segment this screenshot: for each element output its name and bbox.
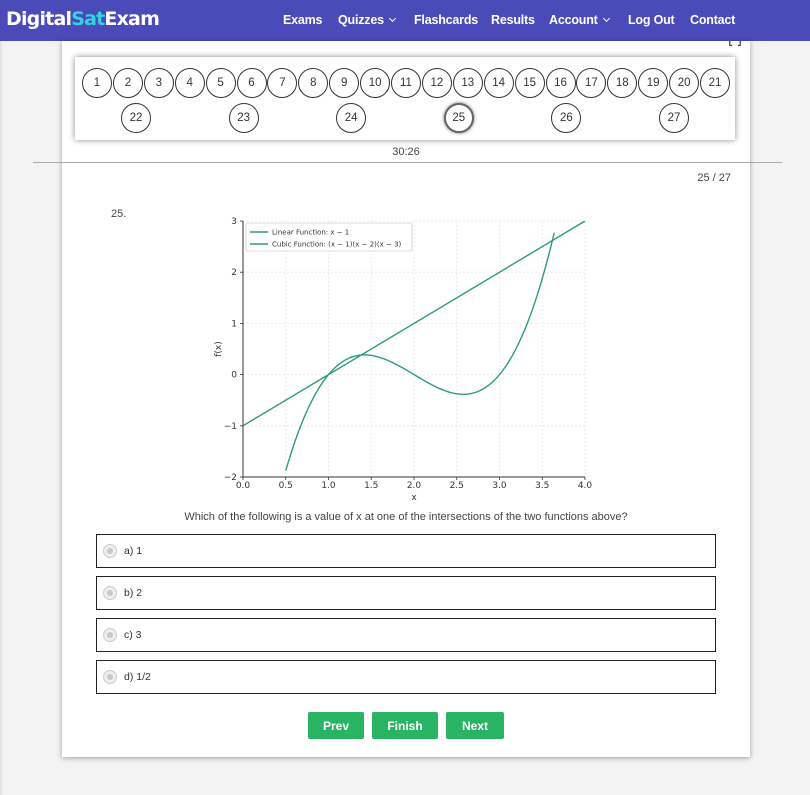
nav-contact[interactable]: Contact	[690, 13, 735, 27]
question-text: Which of the following is a value of x a…	[184, 511, 628, 523]
question-button-27[interactable]: 27	[659, 103, 689, 133]
y-tick-label-2: 0	[231, 371, 237, 381]
chevron-down-icon	[602, 14, 610, 23]
x-tick-label-5: 2.5	[450, 481, 464, 491]
question-button-17[interactable]: 17	[576, 68, 607, 98]
question-button-10[interactable]: 10	[360, 68, 391, 98]
question-button-8[interactable]: 8	[298, 68, 329, 98]
option-d-radio[interactable]	[103, 670, 117, 684]
question-button-23[interactable]: 23	[228, 103, 259, 133]
option-b-radio[interactable]	[103, 586, 117, 600]
option-a-radio[interactable]	[103, 544, 117, 558]
x-tick-label-1: 0.5	[279, 481, 293, 491]
question-button-7[interactable]: 7	[267, 68, 298, 98]
y-tick-label-0: −2	[224, 473, 237, 483]
question-button-21[interactable]: 21	[700, 68, 730, 98]
question-button-15[interactable]: 15	[514, 68, 545, 98]
y-axis-label: f(x)	[214, 341, 224, 357]
option-a-label: a) 1	[124, 545, 143, 557]
option-b[interactable]: b) 2	[96, 576, 716, 610]
series-line-0	[243, 221, 585, 427]
option-d[interactable]: d) 1/2	[96, 660, 716, 694]
nav-quizzes[interactable]: Quizzes	[338, 13, 396, 27]
top-navbar: DigitalSatExam Exams Quizzes Flashcards …	[0, 0, 810, 41]
prev-button[interactable]: Prev	[308, 712, 364, 739]
question-button-18[interactable]: 18	[607, 68, 638, 98]
chevron-down-icon	[388, 14, 396, 23]
question-button-16[interactable]: 16	[545, 68, 576, 98]
nav-results[interactable]: Results	[491, 13, 535, 27]
question-button-20[interactable]: 20	[669, 68, 700, 98]
finish-button[interactable]: Finish	[372, 712, 438, 739]
x-tick-label-3: 1.5	[364, 481, 378, 491]
site-logo[interactable]: DigitalSatExam	[6, 8, 160, 30]
x-tick-label-8: 4.0	[578, 481, 592, 491]
legend-label-1: Cubic Function: (x − 1)(x − 2)(x − 3)	[272, 241, 402, 249]
question-button-14[interactable]: 14	[483, 68, 514, 98]
y-tick-label-4: 2	[231, 268, 237, 278]
x-tick-label-4: 2.0	[407, 481, 422, 491]
question-button-6[interactable]: 6	[236, 68, 267, 98]
question-button-26[interactable]: 26	[551, 103, 582, 133]
question-button-2[interactable]: 2	[112, 68, 143, 98]
question-number: 25.	[111, 208, 127, 220]
x-axis-label: x	[411, 493, 417, 503]
option-c[interactable]: c) 3	[96, 618, 716, 652]
y-tick-label-3: 1	[231, 319, 237, 329]
question-button-5[interactable]: 5	[205, 68, 236, 98]
timer: 30:26	[392, 146, 420, 158]
option-d-label: d) 1/2	[124, 671, 151, 683]
page-edge	[0, 41, 2, 795]
option-b-label: b) 2	[124, 587, 143, 599]
option-c-radio[interactable]	[103, 628, 117, 642]
nav-logout[interactable]: Log Out	[628, 13, 675, 27]
x-tick-label-0: 0.0	[236, 481, 251, 491]
question-button-11[interactable]: 11	[391, 68, 421, 98]
question-button-22[interactable]: 22	[121, 103, 151, 133]
question-button-9[interactable]: 9	[329, 68, 360, 98]
fullscreen-icon[interactable]	[729, 41, 741, 47]
quiz-card: 1 2 3 4 5 6 7 8 9 10 11 12 13 14 15 16 17 18 19 20 21 22 23 24 2…	[33, 41, 782, 757]
question-button-3[interactable]: 3	[143, 68, 174, 98]
y-tick-label-1: −1	[224, 422, 237, 432]
question-button-19[interactable]: 19	[638, 68, 669, 98]
question-button-13[interactable]: 13	[452, 68, 483, 98]
y-tick-label-5: 3	[231, 217, 237, 227]
question-button-1[interactable]: 1	[82, 68, 112, 98]
function-chart: 0.0 0.5 1.0 1.5 2.0 2.5 3.0 3.5 4.0 −2 −1 0 1 2 3 x f(x)…	[214, 217, 592, 503]
divider	[33, 162, 782, 163]
nav-exams[interactable]: Exams	[283, 13, 323, 27]
question-counter: 25 / 27	[697, 172, 731, 184]
nav-flashcards[interactable]: Flashcards	[414, 13, 478, 27]
next-button[interactable]: Next	[446, 712, 504, 739]
question-button-24[interactable]: 24	[336, 103, 367, 133]
x-tick-label-6: 3.0	[492, 481, 507, 491]
question-button-25[interactable]: 25	[443, 103, 474, 133]
question-button-12[interactable]: 12	[421, 68, 452, 98]
legend-label-0: Linear Function: x − 1	[272, 229, 349, 237]
option-c-label: c) 3	[124, 629, 142, 641]
x-tick-label-2: 1.0	[321, 481, 336, 491]
question-button-4[interactable]: 4	[174, 68, 205, 98]
question-navigator: 1 2 3 4 5 6 7 8 9 10 11 12 13 14 15 16 17 18 19 20 21 22 23 24 2…	[75, 57, 735, 140]
nav-account[interactable]: Account	[549, 13, 610, 27]
option-a[interactable]: a) 1	[96, 534, 716, 568]
series-line-1	[285, 232, 555, 471]
x-tick-label-7: 3.5	[535, 481, 549, 491]
